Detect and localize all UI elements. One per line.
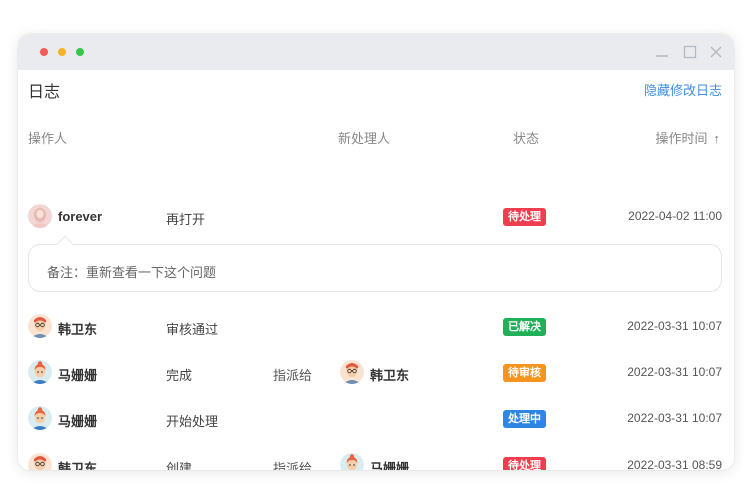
sort-ascending-icon[interactable]: ↑ (714, 131, 721, 146)
column-header-operator: 操作人 (28, 131, 68, 146)
operation-time: 2022-03-31 10:07 (627, 365, 722, 379)
man-glasses-avatar-icon (340, 360, 364, 384)
avatar (28, 314, 52, 338)
assign-label: 指派给 (273, 461, 313, 470)
maximize-icon[interactable] (682, 44, 698, 60)
operation-time: 2022-03-31 08:59 (627, 458, 722, 470)
log-content: 日志 隐藏修改日志 操作人 新处理人 状态 操作时间 ↑ forever 再打开 … (18, 70, 734, 470)
woman-avatar-icon (28, 406, 52, 430)
close-dot-icon[interactable] (40, 48, 48, 56)
minimize-icon[interactable] (654, 44, 670, 60)
status-badge: 待审核 (503, 364, 546, 382)
action-label: 创建 (166, 461, 193, 470)
minimize-dot-icon[interactable] (58, 48, 66, 56)
action-label: 完成 (166, 368, 193, 383)
new-handler-name: 马姗姗 (370, 461, 410, 470)
woman-avatar-icon (28, 360, 52, 384)
avatar (28, 453, 52, 470)
operator-name: 马姗姗 (58, 414, 98, 429)
table-row: 马姗姗 完成 指派给 韩卫东 待审核 2022-03-31 10:07 (18, 357, 734, 387)
close-icon[interactable] (708, 44, 724, 60)
avatar (28, 406, 52, 430)
operator-name: 马姗姗 (58, 368, 98, 383)
action-label: 再打开 (166, 212, 206, 227)
assign-label: 指派给 (273, 368, 313, 383)
table-row: 韩卫东 审核通过 已解决 2022-03-31 10:07 (18, 311, 734, 341)
remark-text: 备注：重新查看一下这个问题 (47, 265, 217, 280)
zoom-dot-icon[interactable] (76, 48, 84, 56)
status-badge: 已解决 (503, 318, 546, 336)
new-handler-name: 韩卫东 (370, 368, 410, 383)
log-window: 日志 隐藏修改日志 操作人 新处理人 状态 操作时间 ↑ forever 再打开 … (18, 34, 734, 470)
status-badge: 待处理 (503, 457, 546, 470)
time-header-label: 操作时间 (655, 131, 708, 146)
column-header-status: 状态 (513, 131, 540, 146)
operator-name: forever (58, 209, 103, 224)
hide-log-link[interactable]: 隐藏修改日志 (644, 80, 722, 99)
man-glasses-avatar-icon (28, 453, 52, 470)
column-header-time[interactable]: 操作时间 ↑ (655, 128, 720, 147)
girl-photo-avatar-icon (28, 204, 52, 228)
title-bar (18, 34, 734, 70)
avatar (28, 204, 52, 228)
status-badge: 处理中 (503, 410, 546, 428)
operator-name: 韩卫东 (58, 322, 98, 337)
operation-time: 2022-03-31 10:07 (627, 411, 722, 425)
page-title: 日志 (28, 84, 61, 101)
remark-caret (56, 235, 74, 253)
status-badge: 待处理 (503, 208, 546, 226)
column-header-new-handler: 新处理人 (338, 131, 391, 146)
operator-name: 韩卫东 (58, 461, 98, 470)
avatar (340, 360, 364, 384)
table-row: forever 再打开 待处理 2022-04-02 11:00 (18, 201, 734, 231)
action-label: 审核通过 (166, 322, 219, 337)
remark-box: 备注：重新查看一下这个问题 (28, 235, 722, 292)
operation-time: 2022-04-02 11:00 (628, 209, 722, 223)
man-glasses-avatar-icon (28, 314, 52, 338)
avatar (28, 360, 52, 384)
woman-avatar-icon (340, 453, 364, 470)
table-row: 韩卫东 创建 指派给 马姗姗 待处理 2022-03-31 08:59 (18, 450, 734, 470)
operation-time: 2022-03-31 10:07 (627, 319, 722, 333)
avatar (340, 453, 364, 470)
action-label: 开始处理 (166, 414, 219, 429)
table-row: 马姗姗 开始处理 处理中 2022-03-31 10:07 (18, 403, 734, 433)
